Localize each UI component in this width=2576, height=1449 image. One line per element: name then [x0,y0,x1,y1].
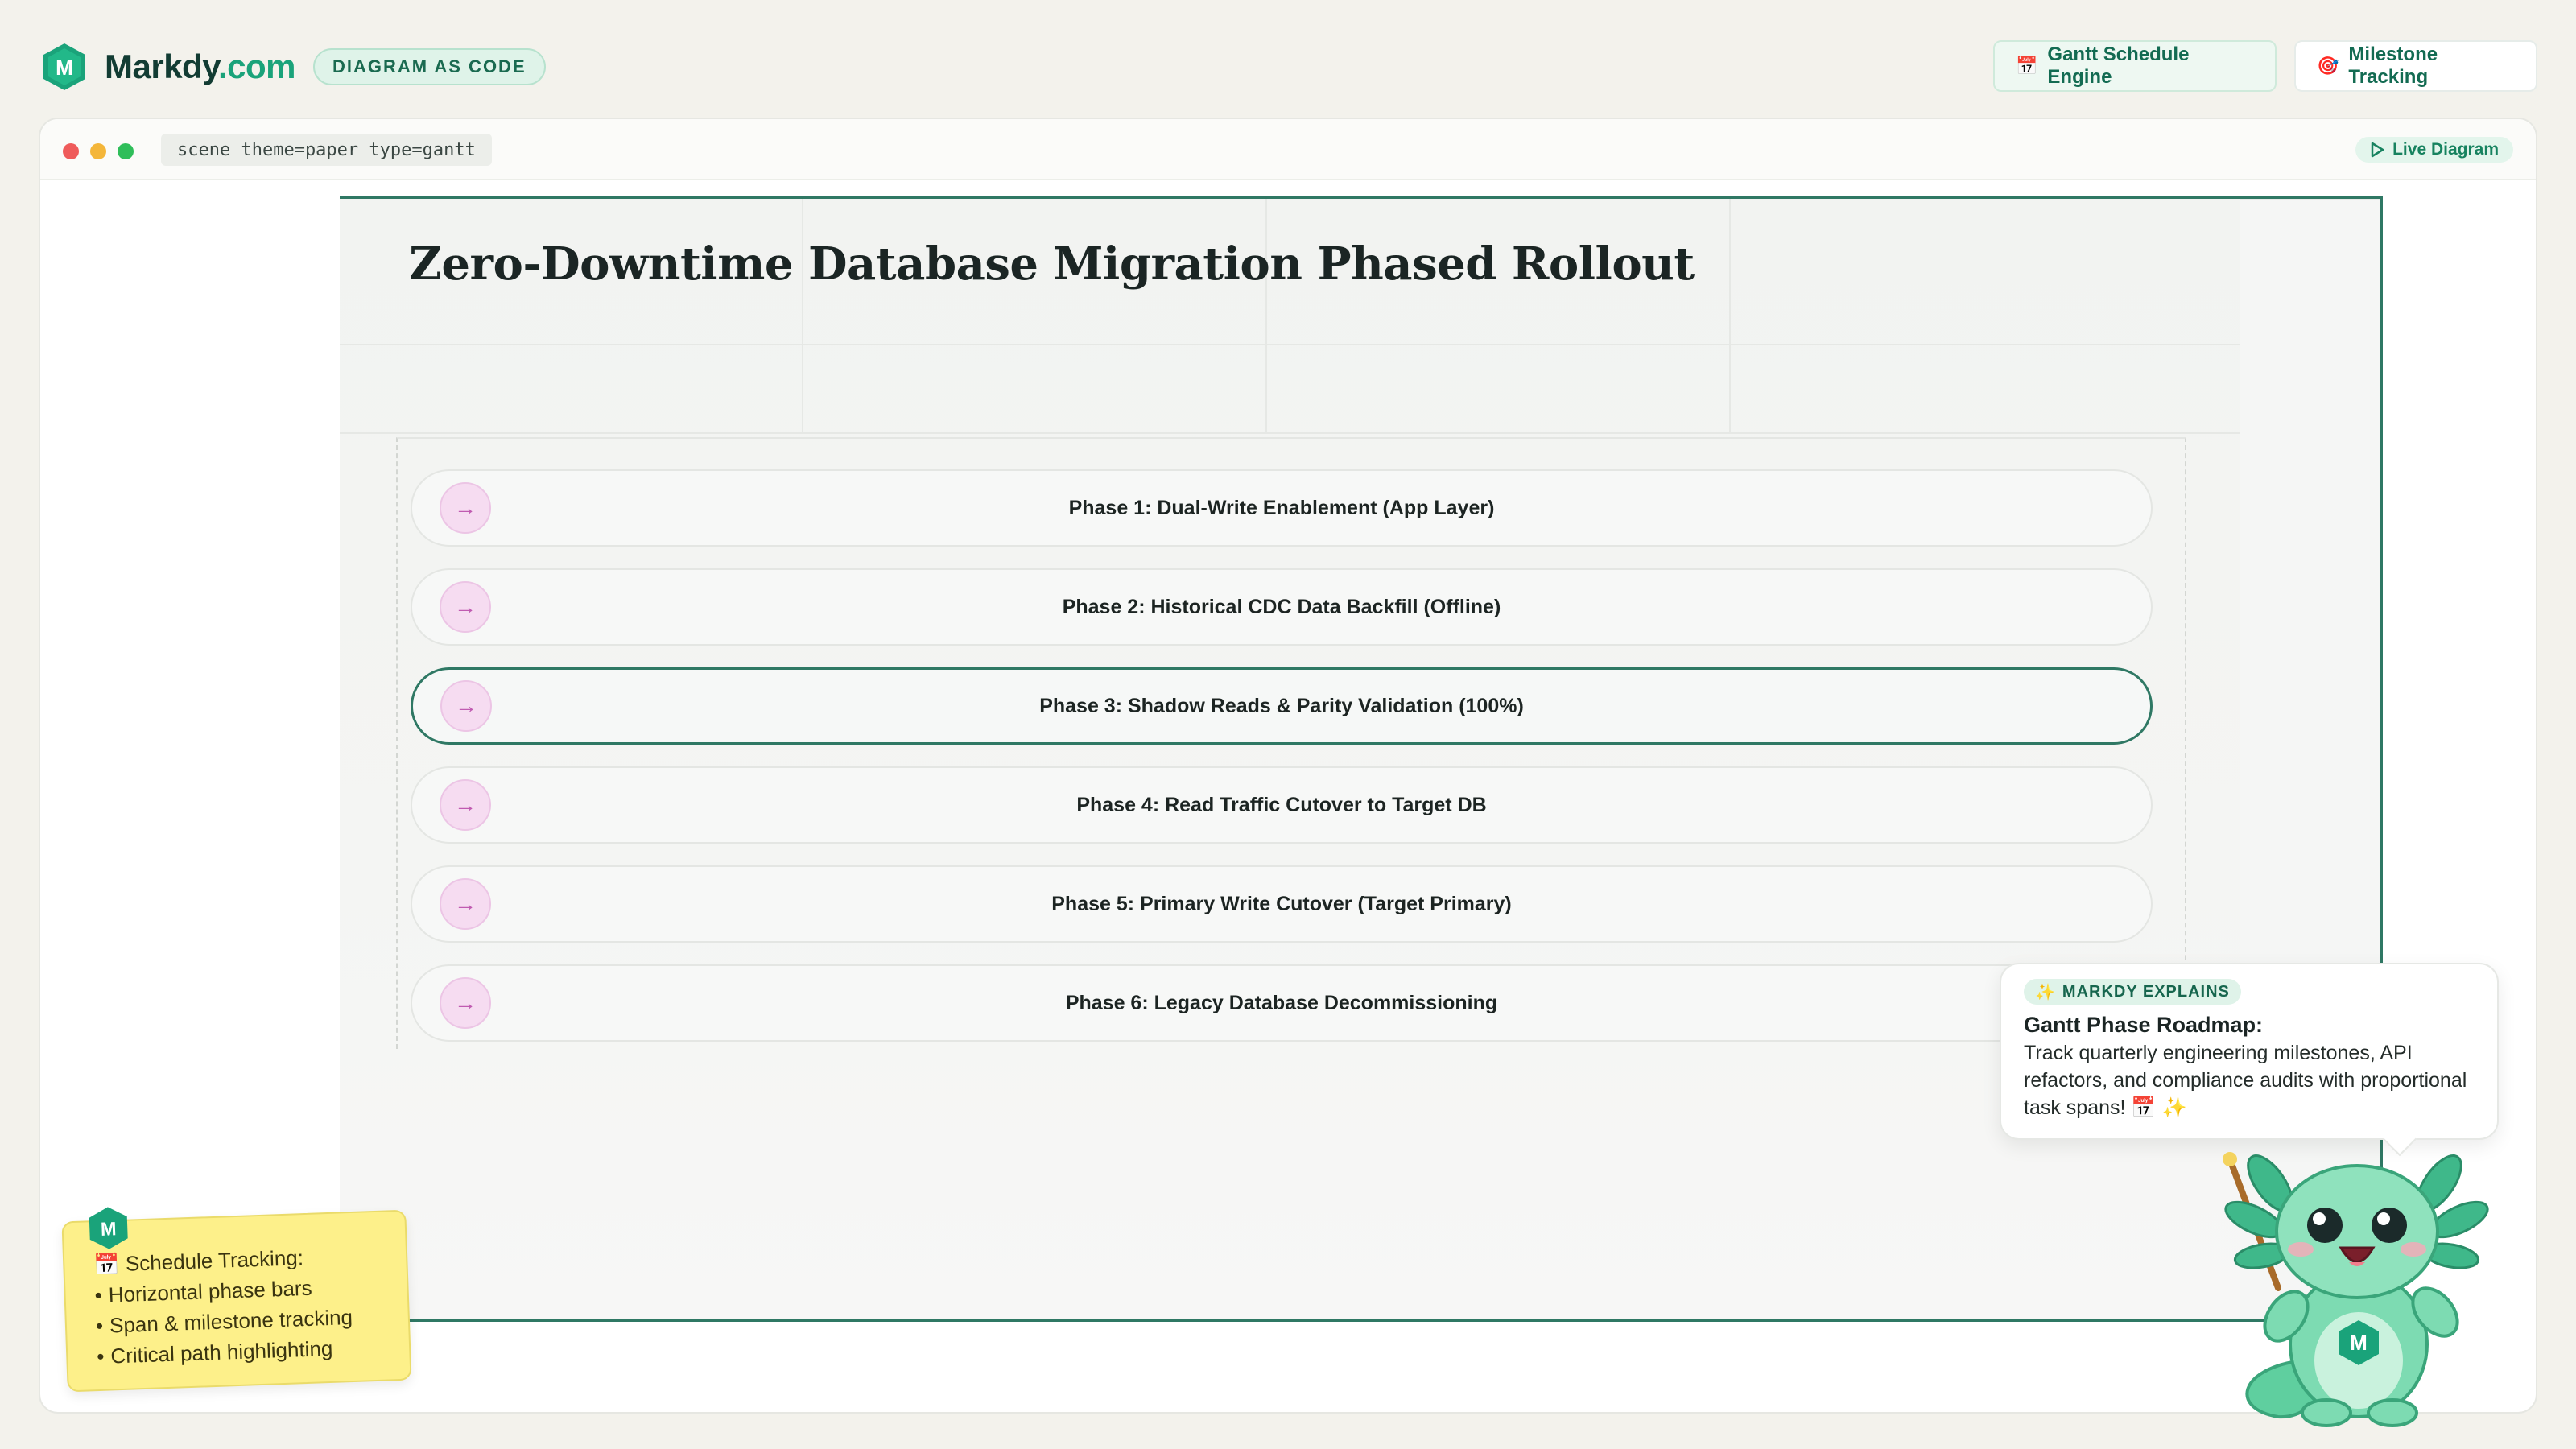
window-minimize-dot[interactable] [90,143,106,159]
phase-bar[interactable]: → Phase 6: Legacy Database Decommissionin… [411,964,2153,1042]
phase-label: Phase 3: Shadow Reads & Parity Validatio… [1039,694,1524,717]
brand-name: Markdy.com [105,47,295,86]
arrow-right-icon: → [440,482,491,534]
grid-line [340,432,2240,434]
markdy-logo-icon: M [43,43,85,90]
phase-label: Phase 5: Primary Write Cutover (Target P… [1051,892,1512,915]
diagram-as-code-badge: DIAGRAM AS CODE [312,48,546,85]
phase-bar[interactable]: → Phase 5: Primary Write Cutover (Target … [411,865,2153,943]
grid-line [340,344,2240,345]
svg-text:M: M [101,1218,117,1240]
milestone-tracking-label: Milestone Tracking [2348,43,2438,88]
milestone-tracking-button[interactable]: 🎯 Milestone Tracking [2294,40,2537,92]
window-maximize-dot[interactable] [118,143,134,159]
grid-line [1265,199,1267,432]
markdy-explains-tag: ✨ MARKDY EXPLAINS [2024,979,2241,1005]
grid-line [1729,199,1731,432]
diagram-window: scene theme=paper type=gantt Live Diagra… [39,118,2537,1414]
window-close-dot[interactable] [63,143,79,159]
phase-bar[interactable]: → Phase 2: Historical CDC Data Backfill (… [411,568,2153,646]
grid-line [802,199,803,432]
markdy-explains-label: MARKDY EXPLAINS [2062,982,2230,1001]
arrow-right-icon: → [440,680,492,732]
gantt-schedule-engine-label: Gantt Schedule Engine [2047,43,2190,88]
schedule-tracking-note: M 📅 Schedule Tracking: Horizontal phase … [61,1207,412,1393]
gantt-schedule-engine-button[interactable]: 📅 Gantt Schedule Engine [1993,40,2277,92]
phase-bar[interactable]: → Phase 4: Read Traffic Cutover to Target… [411,766,2153,844]
live-diagram-button[interactable]: Live Diagram [2355,137,2513,163]
sticky-list: Horizontal phase bars Span & milestone t… [94,1270,386,1372]
brand-name-suffix: .com [217,47,296,85]
brand-name-main: Markdy [105,47,218,85]
svg-text:M: M [2350,1331,2368,1355]
phase-bar[interactable]: → Phase 1: Dual-Write Enablement (App Lay… [411,469,2153,547]
diagram-title: Zero-Downtime Database Migration Phased … [409,237,1695,291]
brand[interactable]: M Markdy.com DIAGRAM AS CODE [42,42,546,92]
play-icon [2371,142,2384,158]
phase-label: Phase 6: Legacy Database Decommissioning [1065,991,1498,1014]
markdy-logo-icon: M [89,1207,128,1249]
arrow-right-icon: → [440,581,491,633]
arrow-right-icon: → [440,977,491,1029]
live-diagram-label: Live Diagram [2392,140,2499,159]
arrow-right-icon: → [440,779,491,831]
phase-bar[interactable]: → Phase 3: Shadow Reads & Parity Validati… [411,667,2153,745]
phase-label: Phase 4: Read Traffic Cutover to Target … [1076,793,1487,816]
diagram-canvas: Zero-Downtime Database Migration Phased … [340,196,2383,1322]
phase-label: Phase 1: Dual-Write Enablement (App Laye… [1068,496,1495,519]
scene-code-chip: scene theme=paper type=gantt [161,134,492,166]
sparkle-icon: ✨ [2035,983,2056,1001]
bubble-body: Track quarterly engineering milestones, … [2024,1042,2467,1119]
bubble-title: Gantt Phase Roadmap: [2024,1013,2264,1037]
phase-label: Phase 2: Historical CDC Data Backfill (O… [1062,595,1501,618]
svg-text:M: M [56,56,73,80]
markdy-explains-bubble: ✨ MARKDY EXPLAINS Gantt Phase Roadmap: T… [2000,963,2499,1157]
axolotl-mascot-icon: M [2223,1152,2489,1427]
window-titlebar: scene theme=paper type=gantt Live Diagra… [40,119,2536,180]
arrow-right-icon: → [440,878,491,930]
target-icon: 🎯 [2317,56,2339,76]
calendar-icon: 📅 [2016,56,2038,76]
